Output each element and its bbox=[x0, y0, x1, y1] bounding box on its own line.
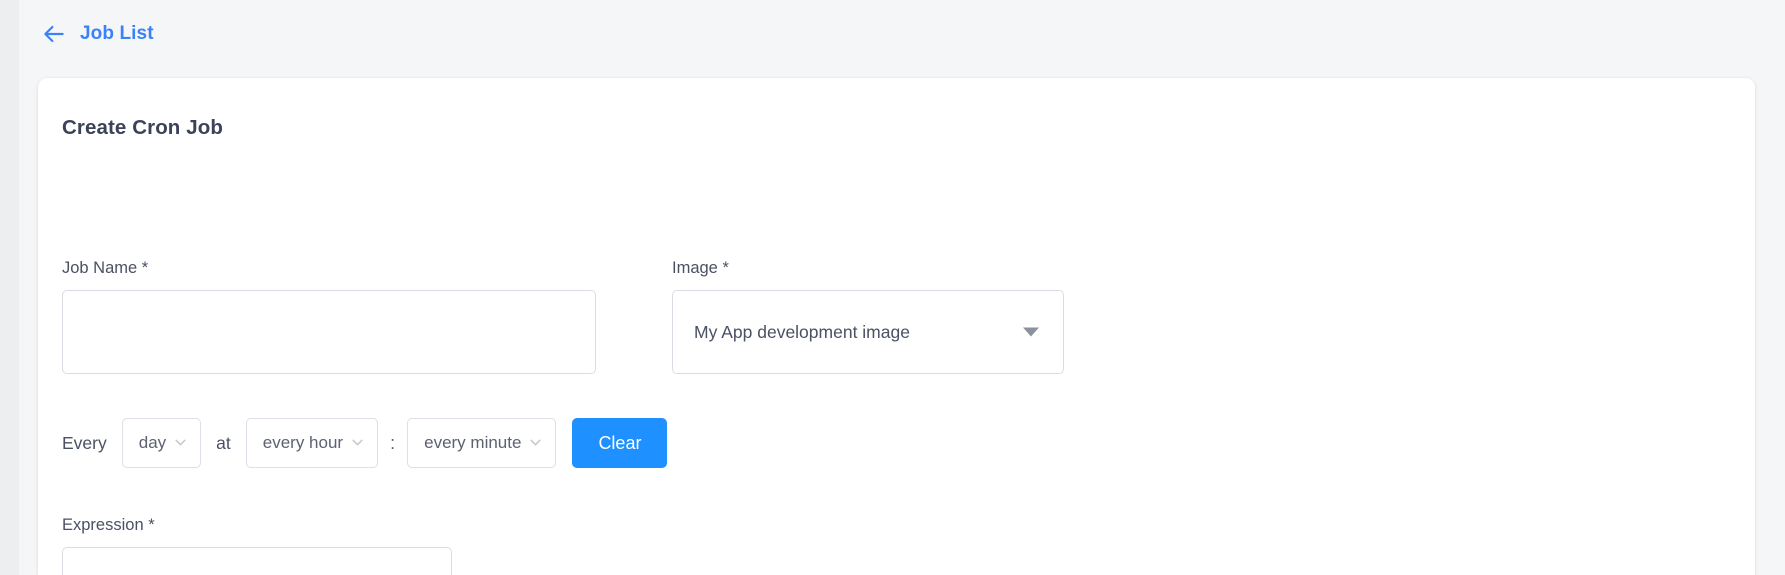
job-name-field-group: Job Name * bbox=[62, 258, 596, 374]
schedule-hour-select[interactable]: every hour bbox=[245, 418, 379, 468]
image-select[interactable]: My App development image bbox=[672, 290, 1064, 374]
back-link-label: Job List bbox=[80, 23, 154, 44]
schedule-at-label: at bbox=[216, 432, 231, 453]
clear-schedule-button[interactable]: Clear bbox=[572, 418, 668, 468]
schedule-day-select[interactable]: day bbox=[121, 418, 202, 468]
page-header: Job List bbox=[19, 0, 1785, 68]
job-name-label: Job Name * bbox=[62, 259, 149, 277]
schedule-day-value: day bbox=[138, 433, 167, 452]
image-label: Image * bbox=[672, 259, 729, 277]
expression-field-group: Expression * bbox=[62, 515, 452, 575]
schedule-minute-value: every minute bbox=[424, 433, 522, 452]
card-title: Create Cron Job bbox=[62, 116, 223, 139]
left-gutter bbox=[0, 0, 19, 575]
schedule-separator: : bbox=[390, 432, 396, 453]
image-select-value: My App development image bbox=[694, 321, 910, 342]
image-field-group: Image * My App development image bbox=[672, 258, 1064, 374]
arrow-left-icon bbox=[44, 25, 64, 43]
page-container: Job List Create Cron Job Job Name * Imag… bbox=[19, 0, 1785, 575]
schedule-every-label: Every bbox=[62, 432, 107, 453]
schedule-builder-row: Every day at every hour : every minute C… bbox=[62, 418, 668, 468]
schedule-minute-select[interactable]: every minute bbox=[407, 418, 557, 468]
chevron-down-icon bbox=[175, 439, 186, 446]
app-root: Job List Create Cron Job Job Name * Imag… bbox=[0, 0, 1785, 575]
schedule-hour-value: every hour bbox=[262, 433, 344, 452]
triangle-down-icon bbox=[1023, 327, 1039, 337]
chevron-down-icon bbox=[530, 439, 542, 446]
create-cron-job-card: Create Cron Job Job Name * Image * My Ap… bbox=[38, 78, 1755, 575]
back-to-job-list-link[interactable]: Job List bbox=[41, 21, 154, 47]
expression-label: Expression * bbox=[62, 516, 155, 534]
chevron-down-icon bbox=[352, 439, 363, 446]
expression-input[interactable] bbox=[62, 547, 452, 575]
job-name-input[interactable] bbox=[62, 290, 596, 374]
